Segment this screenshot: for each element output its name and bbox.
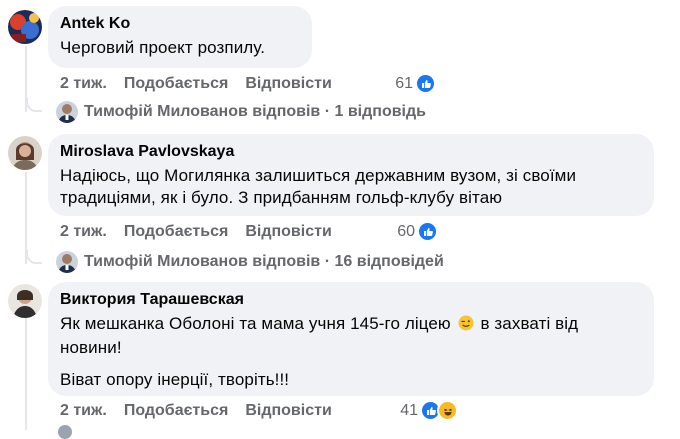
- reply-count: 1 відповідь: [334, 103, 427, 120]
- separator: ·: [324, 103, 331, 120]
- comment-actions: 2 тиж. Подобається Відповісти 61: [60, 73, 436, 94]
- reply-count: 16 відповідей: [334, 253, 444, 270]
- comment-text: Надіюсь, що Могилянка залишиться державн…: [60, 166, 577, 207]
- reply-verb: відповів: [252, 253, 321, 270]
- comment-author[interactable]: Miroslava Pavlovskaya: [60, 142, 642, 162]
- comment-author[interactable]: Виктория Тарашевская: [60, 290, 642, 310]
- reply-author-avatar: [56, 251, 78, 273]
- avatar[interactable]: [8, 10, 42, 44]
- reaction-count: 60: [397, 222, 415, 240]
- reply-verb: відповів: [252, 103, 321, 120]
- like-button[interactable]: Подобається: [124, 223, 229, 241]
- comment-text: Черговий проект розпилу.: [60, 38, 266, 57]
- comment-time[interactable]: 2 тиж.: [60, 223, 107, 241]
- like-button[interactable]: Подобається: [124, 402, 229, 420]
- comment-text-line: Віват опору інерції, творіть!!!: [60, 370, 290, 389]
- comment-time[interactable]: 2 тиж.: [60, 402, 107, 420]
- view-replies-link[interactable]: Тимофій Милованов відповів · 16 відповід…: [56, 251, 444, 273]
- reply-author: Тимофій Милованов: [84, 253, 248, 270]
- separator: ·: [324, 253, 331, 270]
- avatar: [58, 425, 72, 439]
- thread-line: [25, 318, 27, 430]
- wink-emoji-icon: [458, 315, 474, 337]
- comment-bubble: Antek Ko Черговий проект розпилу.: [48, 6, 312, 68]
- like-icon: [417, 221, 438, 242]
- comment-author[interactable]: Antek Ko: [60, 14, 300, 34]
- reply-button[interactable]: Відповісти: [245, 223, 331, 241]
- reply-button[interactable]: Відповісти: [245, 402, 331, 420]
- avatar[interactable]: [8, 284, 42, 318]
- view-replies-link[interactable]: Тимофій Милованов відповів · 1 відповідь: [56, 101, 426, 123]
- comment-actions: 2 тиж. Подобається Відповісти 60: [60, 221, 438, 242]
- haha-icon: [437, 400, 458, 421]
- avatar[interactable]: [8, 136, 42, 170]
- thread-hook: [26, 250, 42, 264]
- comment-text: Як мешканка Оболоні та мама учня 145-го …: [60, 313, 642, 391]
- reaction-count: 41: [400, 401, 418, 419]
- comment-bubble: Виктория Тарашевская Як мешканка Оболоні…: [48, 282, 654, 396]
- reaction-summary[interactable]: 60: [397, 221, 438, 242]
- reply-author-avatar: [56, 101, 78, 123]
- reaction-summary[interactable]: 41: [400, 400, 458, 421]
- reaction-count: 61: [395, 74, 413, 92]
- reply-button[interactable]: Відповісти: [245, 75, 331, 93]
- comment-time[interactable]: 2 тиж.: [60, 75, 107, 93]
- comment-text-line: Як мешканка Оболоні та мама учня 145-го …: [60, 314, 451, 333]
- reaction-summary[interactable]: 61: [395, 73, 436, 94]
- comment-actions: 2 тиж. Подобається Відповісти 41: [60, 400, 458, 421]
- like-button[interactable]: Подобається: [124, 75, 229, 93]
- thread-hook: [26, 98, 42, 112]
- reply-author: Тимофій Милованов: [84, 103, 248, 120]
- comment-bubble: Miroslava Pavlovskaya Надіюсь, що Могиля…: [48, 134, 654, 216]
- like-icon: [415, 73, 436, 94]
